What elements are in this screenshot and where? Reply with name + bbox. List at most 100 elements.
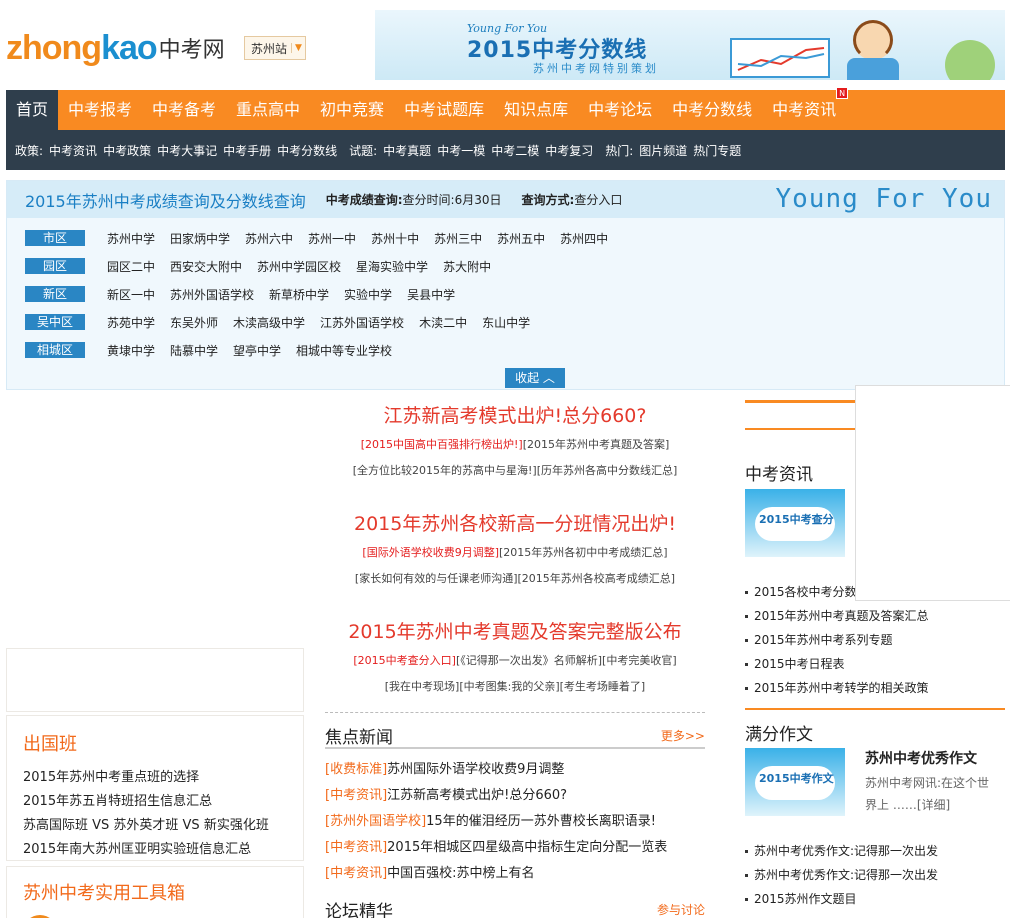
- school-link[interactable]: 田家炳中学: [170, 230, 230, 247]
- sub-link[interactable]: [《记得那一次出发》名师解析]: [456, 654, 602, 667]
- list-item-text[interactable]: 苏州中考优秀作文:记得那一次出发: [754, 844, 938, 858]
- essay-description[interactable]: 苏州中考网讯:在这个世界上 ……[详细]: [865, 772, 995, 816]
- city-select[interactable]: 苏州站 ▼: [244, 36, 306, 60]
- essay-thumbnail[interactable]: 2015中考作文: [745, 748, 845, 816]
- sub-link[interactable]: [2015中国高中百强排行榜出炉!]: [361, 438, 523, 451]
- subnav-link[interactable]: 中考真题: [383, 142, 431, 159]
- headline[interactable]: 2015年苏州中考真题及答案完整版公布: [325, 616, 705, 648]
- query-method-link[interactable]: 查分入口: [574, 191, 622, 208]
- school-link[interactable]: 木渎高级中学: [233, 314, 305, 331]
- school-link[interactable]: 苏州中学: [107, 230, 155, 247]
- subnav-link[interactable]: 中考复习: [545, 142, 593, 159]
- news-item[interactable]: [中考资讯]2015年相城区四星级高中指标生定向分配一览表: [325, 835, 705, 861]
- news-tag[interactable]: [中考资讯]: [325, 866, 387, 881]
- sub-link[interactable]: [考生考场睡着了]: [560, 680, 646, 693]
- news-item[interactable]: [苏州外国语学校]15年的催泪经历一苏外曹校长离职语录!: [325, 809, 705, 835]
- subnav-link[interactable]: 热门专题: [693, 142, 741, 159]
- subnav-link[interactable]: 中考手册: [223, 142, 271, 159]
- nav-item-scores[interactable]: 中考分数线: [662, 90, 762, 130]
- sub-link[interactable]: [2015年苏州各初中中考成绩汇总]: [499, 546, 668, 559]
- school-link[interactable]: 吴县中学: [407, 286, 455, 303]
- subnav-link[interactable]: 图片频道: [639, 142, 687, 159]
- district-label[interactable]: 园区: [25, 258, 85, 274]
- list-item-text[interactable]: 2015中考日程表: [754, 657, 845, 671]
- collapse-button[interactable]: 收起 ︿: [505, 368, 565, 388]
- school-link[interactable]: 苏大附中: [443, 258, 491, 275]
- sub-link[interactable]: [我在中考现场]: [385, 680, 460, 693]
- school-link[interactable]: 苏州六中: [245, 230, 293, 247]
- abroad-link[interactable]: 2015年南大苏州匡亚明实验班信息汇总: [23, 838, 303, 862]
- news-text[interactable]: 2015年相城区四星级高中指标生定向分配一览表: [387, 840, 667, 855]
- list-item[interactable]: 苏州中考优秀作文:记得那一次出发: [745, 866, 938, 883]
- site-logo[interactable]: zhong kao 中考网: [6, 28, 225, 68]
- news-text[interactable]: 中国百强校:苏中榜上有名: [387, 866, 534, 881]
- school-link[interactable]: 木渎二中: [419, 314, 467, 331]
- nav-item-question-bank[interactable]: 中考试题库: [394, 90, 494, 130]
- school-link[interactable]: 望亭中学: [233, 342, 281, 359]
- focus-more-link[interactable]: 更多>>: [661, 727, 705, 744]
- sub-link[interactable]: [国际外语学校收费9月调整]: [362, 546, 499, 559]
- sub-link[interactable]: [中考完美收官]: [602, 654, 677, 667]
- list-item[interactable]: 2015年苏州中考系列专题: [745, 631, 893, 648]
- news-tag[interactable]: [收费标准]: [325, 762, 387, 777]
- subnav-link[interactable]: 中考一模: [437, 142, 485, 159]
- news-item[interactable]: [收费标准]苏州国际外语学校收费9月调整: [325, 757, 705, 783]
- news-tag[interactable]: [中考资讯]: [325, 840, 387, 855]
- sub-link[interactable]: [2015中考查分入口]: [353, 654, 456, 667]
- sub-link[interactable]: [中考图集:我的父亲]: [459, 680, 559, 693]
- district-label[interactable]: 市区: [25, 230, 85, 246]
- school-link[interactable]: 新草桥中学: [269, 286, 329, 303]
- list-item-text[interactable]: 苏州中考优秀作文:记得那一次出发: [754, 868, 938, 882]
- news-text[interactable]: 15年的催泪经历一苏外曹校长离职语录!: [426, 814, 656, 829]
- subnav-link[interactable]: 中考大事记: [157, 142, 217, 159]
- school-link[interactable]: 苏州五中: [497, 230, 545, 247]
- news-item[interactable]: [中考资讯]江苏新高考模式出炉!总分660?: [325, 783, 705, 809]
- school-link[interactable]: 苏州十中: [371, 230, 419, 247]
- list-item[interactable]: 2015年苏州中考真题及答案汇总: [745, 607, 929, 624]
- list-item[interactable]: 苏州中考优秀作文:记得那一次出发: [745, 842, 938, 859]
- headline[interactable]: 2015年苏州各校新高一分班情况出炉!: [325, 508, 705, 540]
- nav-item-key-schools[interactable]: 重点高中: [226, 90, 310, 130]
- school-link[interactable]: 陆慕中学: [170, 342, 218, 359]
- school-link[interactable]: 苏苑中学: [107, 314, 155, 331]
- school-link[interactable]: 苏州中学园区校: [257, 258, 341, 275]
- district-label[interactable]: 相城区: [25, 342, 85, 358]
- essay-headline[interactable]: 苏州中考优秀作文: [865, 748, 977, 768]
- list-item-text[interactable]: 2015年苏州中考系列专题: [754, 633, 893, 647]
- abroad-link[interactable]: 苏高国际班 VS 苏外英才班 VS 新实强化班: [23, 814, 303, 838]
- school-link[interactable]: 星海实验中学: [356, 258, 428, 275]
- query-title[interactable]: 2015年苏州中考成绩查询及分数线查询: [25, 188, 306, 212]
- news-tag[interactable]: [中考资讯]: [325, 788, 387, 803]
- school-link[interactable]: 新区一中: [107, 286, 155, 303]
- news-thumbnail[interactable]: 2015中考查分: [745, 489, 845, 557]
- news-item[interactable]: [中考资讯]中国百强校:苏中榜上有名: [325, 861, 705, 887]
- nav-item-forum[interactable]: 中考论坛: [578, 90, 662, 130]
- sub-link[interactable]: [全方位比较2015年的苏高中与星海!]: [353, 464, 537, 477]
- abroad-link[interactable]: 2015年苏五肖特班招生信息汇总: [23, 790, 303, 814]
- list-item-text[interactable]: 2015年苏州中考转学的相关政策: [754, 681, 929, 695]
- banner-ad[interactable]: Young For You 2015中考分数线 苏州中考网特别策划: [375, 10, 1005, 80]
- news-tag[interactable]: [苏州外国语学校]: [325, 814, 426, 829]
- nav-item-registration[interactable]: 中考报考: [58, 90, 142, 130]
- sub-link[interactable]: [2015年苏州中考真题及答案]: [523, 438, 670, 451]
- subnav-link[interactable]: 中考资讯: [49, 142, 97, 159]
- nav-item-news[interactable]: 中考资讯 N: [762, 87, 849, 130]
- forum-more-link[interactable]: 参与讨论: [657, 901, 705, 918]
- list-item-text[interactable]: 2015各校中考分数线: [754, 585, 869, 599]
- list-item[interactable]: 2015苏州作文题目: [745, 890, 857, 907]
- news-text[interactable]: 苏州国际外语学校收费9月调整: [387, 762, 564, 777]
- nav-item-preparation[interactable]: 中考备考: [142, 90, 226, 130]
- school-link[interactable]: 西安交大附中: [170, 258, 242, 275]
- list-item[interactable]: 2015中考日程表: [745, 655, 845, 672]
- subnav-link[interactable]: 中考二模: [491, 142, 539, 159]
- school-link[interactable]: 园区二中: [107, 258, 155, 275]
- sub-link[interactable]: [家长如何有效的与任课老师沟通]: [355, 572, 518, 585]
- headline[interactable]: 江苏新高考模式出炉!总分660?: [325, 400, 705, 432]
- district-label[interactable]: 吴中区: [25, 314, 85, 330]
- abroad-link[interactable]: 2015年苏州中考重点班的选择: [23, 766, 303, 790]
- nav-item-home[interactable]: 首页: [6, 90, 58, 130]
- school-link[interactable]: 苏州四中: [560, 230, 608, 247]
- list-item[interactable]: 2015各校中考分数线: [745, 583, 869, 600]
- nav-item-knowledge[interactable]: 知识点库: [494, 90, 578, 130]
- district-label[interactable]: 新区: [25, 286, 85, 302]
